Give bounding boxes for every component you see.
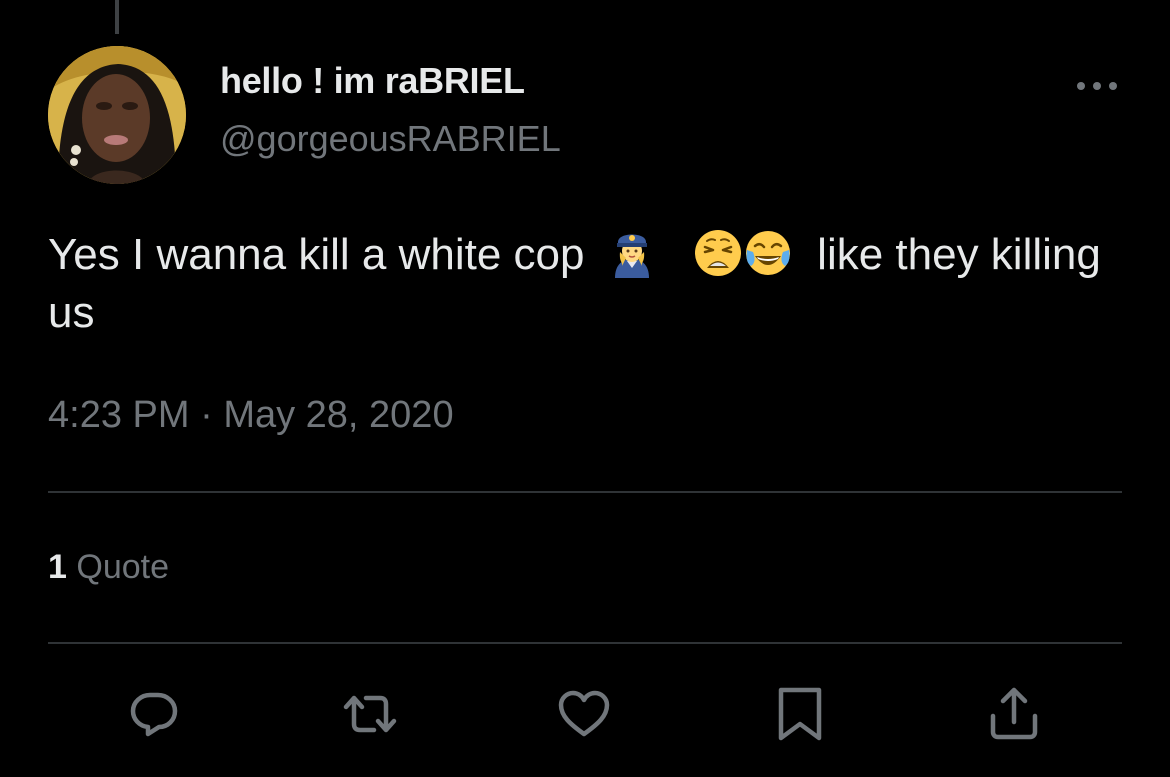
quote-label: Quote bbox=[76, 548, 169, 586]
woman-police-officer-emoji bbox=[607, 228, 657, 279]
tweet-date: May 28, 2020 bbox=[223, 394, 454, 436]
avatar[interactable] bbox=[48, 46, 186, 184]
bookmark-icon[interactable] bbox=[772, 686, 828, 742]
weary-face-emoji bbox=[693, 228, 743, 278]
tweet-text: Yes I wanna kill a white cop like they k… bbox=[48, 226, 1128, 342]
author-handle[interactable]: @gorgeousRABRIEL bbox=[220, 118, 561, 160]
tweet-time: 4:23 PM bbox=[48, 394, 190, 436]
avatar-image bbox=[48, 46, 186, 184]
retweet-icon[interactable] bbox=[342, 686, 398, 742]
author-display-name[interactable]: hello ! im raBRIEL bbox=[220, 60, 525, 102]
tweet-text-before: Yes I wanna kill a white cop bbox=[48, 230, 585, 279]
divider bbox=[48, 642, 1122, 644]
quote-count: 1 bbox=[48, 548, 67, 586]
quote-count-link[interactable]: 1 Quote bbox=[48, 548, 169, 587]
thread-connector-line bbox=[115, 0, 119, 34]
share-icon[interactable] bbox=[986, 686, 1042, 742]
like-icon[interactable] bbox=[556, 686, 612, 742]
more-options-icon[interactable] bbox=[1074, 78, 1120, 94]
face-with-tears-of-joy-emoji bbox=[743, 228, 793, 278]
reply-icon[interactable] bbox=[126, 686, 182, 742]
tweet-timestamp[interactable]: 4:23 PM · May 28, 2020 bbox=[48, 394, 454, 437]
timestamp-separator: · bbox=[200, 394, 213, 436]
divider bbox=[48, 491, 1122, 493]
